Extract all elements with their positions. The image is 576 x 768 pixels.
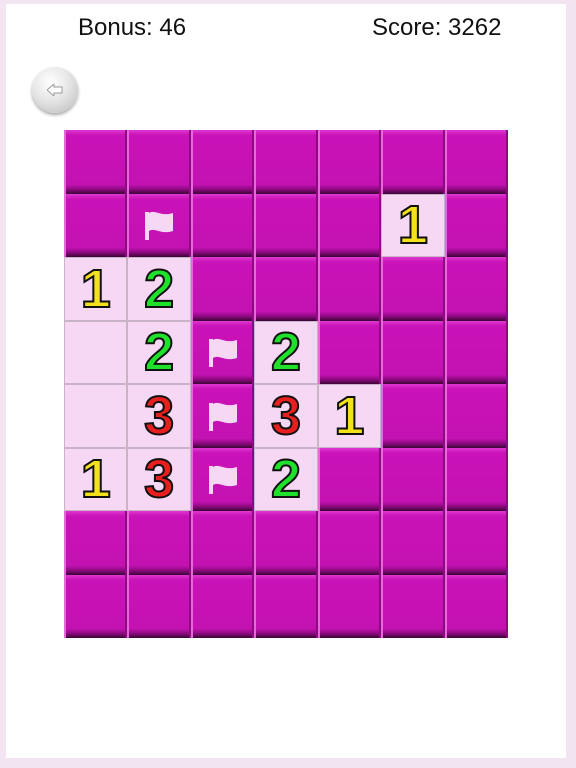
cell-r1-c4[interactable] [317,193,382,257]
cell-r0-c4[interactable] [317,130,382,194]
cell-r5-c6[interactable] [444,447,508,511]
cell-number: 3 [270,385,302,446]
cell-r7-c4[interactable] [317,574,382,638]
cell-r3-c4[interactable] [317,320,382,384]
cell-r7-c6[interactable] [444,574,508,638]
flag-icon [208,339,237,368]
cell-r7-c0[interactable] [64,574,128,638]
cell-r0-c0[interactable] [64,130,128,194]
cell-r7-c5[interactable] [381,574,445,638]
cell-r7-c1[interactable] [127,574,191,638]
cell-r1-c5: 1 [381,193,445,257]
cell-r3-c0 [64,320,128,384]
cell-r6-c0[interactable] [64,511,128,575]
cell-number: 1 [333,385,365,446]
cell-number: 2 [143,258,175,319]
cell-r0-c2[interactable] [190,130,255,194]
back-button[interactable] [32,67,78,113]
cell-number: 2 [270,449,302,510]
cell-r5-c0: 1 [64,447,128,511]
cell-number: 3 [143,385,175,446]
cell-r0-c3[interactable] [254,130,318,194]
cell-r6-c6[interactable] [444,511,508,575]
cell-r2-c4[interactable] [317,257,382,321]
cell-r2-c1: 2 [127,257,191,321]
cell-r6-c2[interactable] [190,511,255,575]
cell-r4-c3: 3 [254,384,318,448]
cell-r4-c0 [64,384,128,448]
cell-r5-c4[interactable] [317,447,382,511]
score-counter: Score: 3262 [372,14,502,41]
flagged-cell-r3-c2[interactable] [190,320,255,384]
cell-number: 3 [143,449,175,510]
cell-r1-c6[interactable] [444,193,508,257]
cell-r6-c5[interactable] [381,511,445,575]
cell-r0-c5[interactable] [381,130,445,194]
cell-r7-c3[interactable] [254,574,318,638]
cell-r5-c5[interactable] [381,447,445,511]
cell-r3-c3: 2 [254,320,318,384]
cell-r0-c6[interactable] [444,130,508,194]
flagged-cell-r1-c1[interactable] [127,193,191,257]
cell-number: 2 [143,322,175,383]
cell-r2-c5[interactable] [381,257,445,321]
arrow-left-icon [47,84,63,96]
cell-r1-c2[interactable] [190,193,255,257]
cell-r4-c5[interactable] [381,384,445,448]
flag-icon [208,402,237,431]
cell-number: 1 [397,195,429,256]
flagged-cell-r4-c2[interactable] [190,384,255,448]
cell-r4-c6[interactable] [444,384,508,448]
cell-number: 2 [270,322,302,383]
cell-r2-c6[interactable] [444,257,508,321]
cell-r2-c3[interactable] [254,257,318,321]
cell-r1-c3[interactable] [254,193,318,257]
cell-r4-c4: 1 [317,384,382,448]
cell-r6-c1[interactable] [127,511,191,575]
cell-r4-c1: 3 [127,384,191,448]
cell-r5-c3: 2 [254,447,318,511]
cell-r2-c2[interactable] [190,257,255,321]
cell-number: 1 [80,258,112,319]
cell-r6-c4[interactable] [317,511,382,575]
cell-r0-c1[interactable] [127,130,191,194]
cell-r7-c2[interactable] [190,574,255,638]
bonus-counter: Bonus: 46 [78,14,187,41]
cell-r2-c0: 1 [64,257,128,321]
cell-r3-c5[interactable] [381,320,445,384]
cell-r3-c6[interactable] [444,320,508,384]
cell-r6-c3[interactable] [254,511,318,575]
minefield-grid: 11222331132 [64,130,508,638]
cell-r3-c1: 2 [127,320,191,384]
flag-icon [145,212,174,241]
game-screen: Bonus: 46 Score: 3262 11222331132 [6,4,566,758]
cell-number: 1 [80,449,112,510]
flag-icon [208,466,237,495]
flagged-cell-r5-c2[interactable] [190,447,255,511]
cell-r1-c0[interactable] [64,193,128,257]
cell-r5-c1: 3 [127,447,191,511]
